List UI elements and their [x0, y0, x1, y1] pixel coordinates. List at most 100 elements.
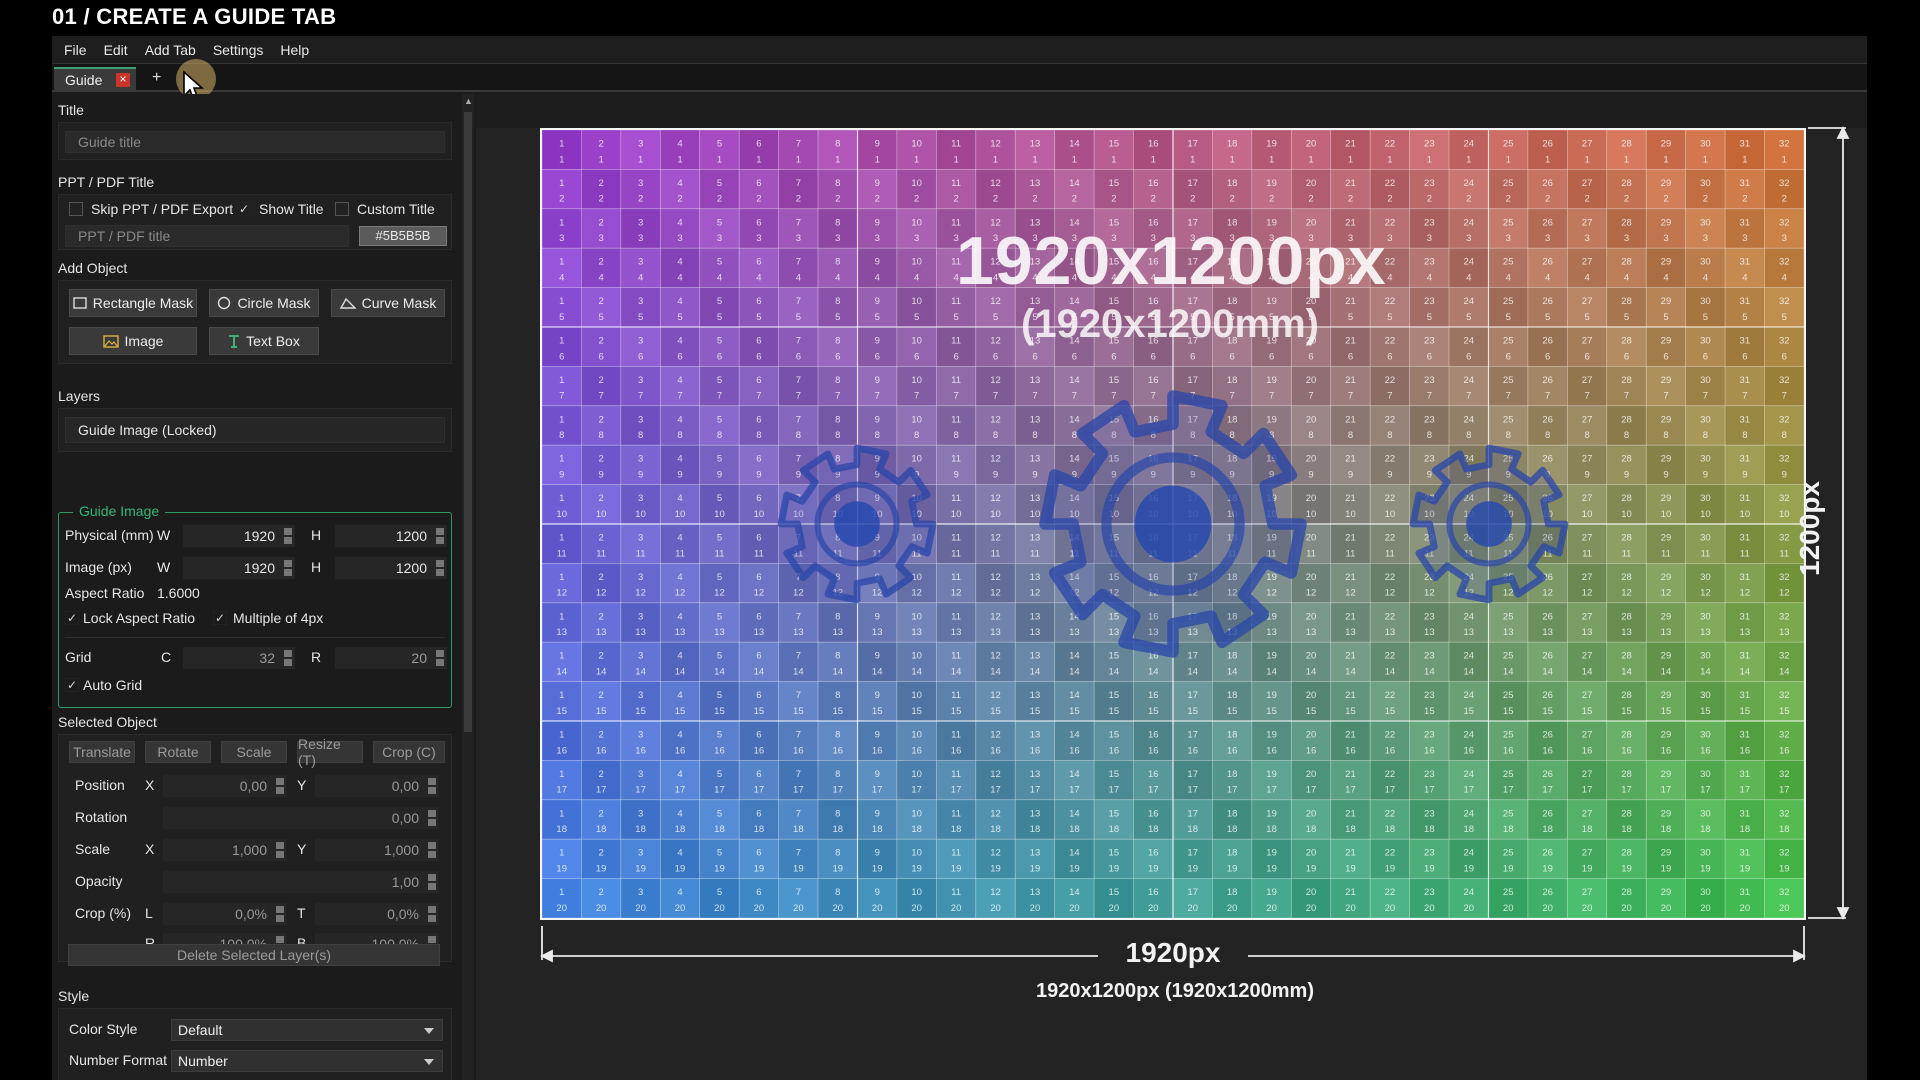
svg-text:18: 18: [1227, 414, 1238, 425]
svg-text:5: 5: [953, 312, 958, 323]
svg-text:14: 14: [1069, 493, 1080, 504]
grid-cell: 171: [1172, 129, 1213, 170]
svg-text:19: 19: [556, 864, 567, 875]
svg-text:17: 17: [1187, 690, 1198, 701]
grid-cell: 115: [541, 681, 582, 722]
grid-cell: 235: [1409, 287, 1450, 328]
svg-text:32: 32: [1779, 178, 1790, 189]
grid-cell: 1619: [1133, 838, 1174, 880]
svg-text:9: 9: [1545, 470, 1550, 481]
svg-text:1: 1: [1111, 154, 1116, 165]
grid-cell: 36: [620, 326, 661, 367]
grid-cell: 88: [817, 405, 858, 446]
grid-cell: 1610: [1133, 484, 1174, 525]
svg-text:3: 3: [1742, 233, 1747, 244]
grid-cell: 266: [1527, 326, 1568, 367]
grid-cell: 172: [1172, 168, 1213, 210]
svg-text:9: 9: [875, 690, 880, 701]
svg-text:10: 10: [911, 769, 922, 780]
grid-cell: 1215: [975, 681, 1016, 722]
svg-text:2: 2: [599, 651, 604, 662]
grid-cell: 1613: [1133, 602, 1174, 643]
grid-cell: 258: [1488, 405, 1529, 446]
svg-text:27: 27: [1582, 848, 1593, 859]
svg-text:4: 4: [1387, 273, 1392, 284]
svg-text:1: 1: [559, 887, 564, 898]
svg-text:15: 15: [635, 706, 646, 717]
svg-text:18: 18: [1227, 375, 1238, 386]
svg-text:13: 13: [911, 627, 922, 638]
svg-text:28: 28: [1621, 336, 1632, 347]
svg-text:17: 17: [793, 785, 804, 796]
svg-text:1: 1: [1782, 154, 1787, 165]
grid-cell: 35: [620, 287, 661, 328]
svg-text:2: 2: [599, 296, 604, 307]
svg-text:5: 5: [717, 730, 722, 741]
grid-cell: 118: [935, 405, 977, 446]
svg-text:28: 28: [1621, 375, 1632, 386]
svg-text:3: 3: [1427, 233, 1432, 244]
svg-text:2: 2: [599, 533, 604, 544]
svg-text:1: 1: [559, 611, 564, 622]
grid-cell: 1316: [1014, 720, 1056, 761]
svg-text:25: 25: [1503, 493, 1514, 504]
svg-text:1: 1: [1190, 154, 1195, 165]
svg-text:21: 21: [1345, 493, 1356, 504]
grid-cell: 96: [857, 326, 898, 367]
svg-text:29: 29: [1661, 139, 1672, 150]
svg-text:19: 19: [1266, 611, 1277, 622]
svg-text:4: 4: [1663, 273, 1668, 284]
svg-text:19: 19: [1266, 848, 1277, 859]
svg-text:15: 15: [1187, 706, 1198, 717]
svg-text:23: 23: [1424, 217, 1435, 228]
svg-text:8: 8: [756, 430, 761, 441]
svg-text:16: 16: [1148, 139, 1159, 150]
grid-cell: 116: [935, 326, 977, 367]
grid-cell: 54: [699, 247, 740, 288]
svg-text:18: 18: [1227, 454, 1238, 465]
grid-cell: 316: [1724, 326, 1765, 367]
grid-cell: 1017: [896, 760, 937, 801]
grid-cell: 109: [896, 444, 937, 486]
svg-text:6: 6: [1072, 351, 1077, 362]
grid-cell: 110: [541, 484, 582, 525]
svg-text:15: 15: [1542, 706, 1553, 717]
svg-text:8: 8: [835, 690, 840, 701]
svg-text:10: 10: [1582, 509, 1593, 520]
grid-cell: 2119: [1330, 838, 1371, 880]
grid-cell: 111: [541, 523, 582, 564]
grid-cell: 1319: [1014, 838, 1056, 880]
svg-text:30: 30: [1700, 139, 1711, 150]
svg-text:19: 19: [635, 864, 646, 875]
svg-text:9: 9: [875, 848, 880, 859]
svg-text:5: 5: [1506, 312, 1511, 323]
svg-text:8: 8: [1032, 430, 1037, 441]
grid-cell: 2819: [1606, 838, 1647, 880]
svg-text:19: 19: [1227, 864, 1238, 875]
svg-text:19: 19: [714, 864, 725, 875]
grid-cell: 152: [1093, 168, 1134, 210]
grid-cell: 55: [699, 287, 740, 328]
guide-grid-canvas[interactable]: 1121314151617181911011111211311411511611…: [0, 0, 1920, 1080]
svg-text:18: 18: [596, 824, 607, 835]
svg-text:10: 10: [911, 651, 922, 662]
grid-cell: 292: [1645, 168, 1687, 210]
svg-text:10: 10: [911, 509, 922, 520]
svg-text:27: 27: [1582, 533, 1593, 544]
grid-cell: 3218: [1764, 799, 1805, 840]
svg-text:10: 10: [1148, 509, 1159, 520]
svg-text:32: 32: [1779, 533, 1790, 544]
grid-cell: 1818: [1212, 799, 1253, 840]
svg-text:3: 3: [1387, 233, 1392, 244]
svg-text:3: 3: [638, 178, 643, 189]
svg-text:19: 19: [1148, 864, 1159, 875]
svg-text:18: 18: [1306, 824, 1317, 835]
grid-cell: 68: [738, 405, 780, 446]
svg-text:10: 10: [1030, 509, 1041, 520]
grid-cell: 2611: [1527, 523, 1568, 564]
grid-cell: 2820: [1606, 878, 1647, 919]
grid-cell: 122: [975, 168, 1016, 210]
svg-text:6: 6: [1387, 351, 1392, 362]
svg-text:8: 8: [835, 257, 840, 268]
grid-cell: 46: [659, 326, 701, 367]
